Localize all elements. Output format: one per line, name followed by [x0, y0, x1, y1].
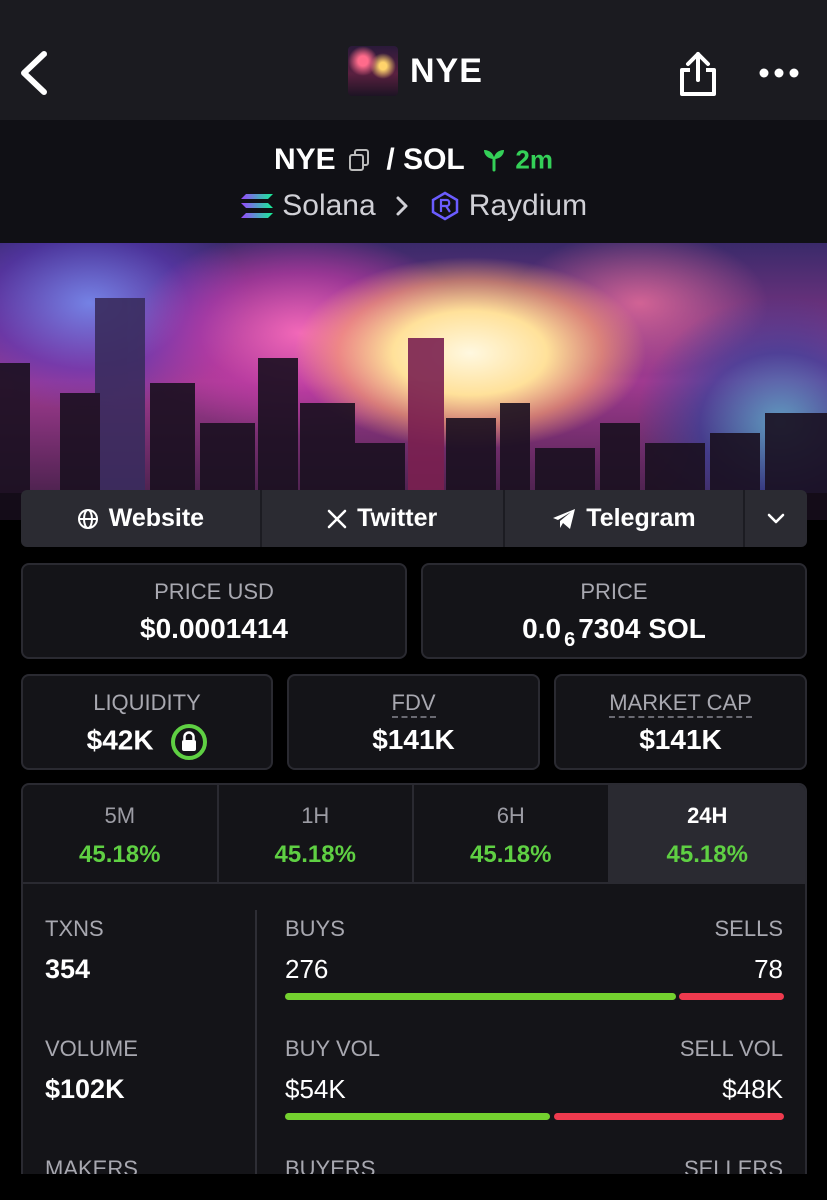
sells-bar [679, 993, 784, 1000]
fdv-card: FDV $141K [287, 674, 540, 770]
pair-age: 2m [515, 144, 553, 175]
price-usd-card: PRICE USD $0.0001414 [21, 563, 407, 659]
website-button[interactable]: Website [21, 490, 262, 547]
telegram-label: Telegram [586, 504, 696, 532]
stats-panel: 5M 45.18% 1H 45.18% 6H 45.18% 24H 45.18%… [21, 783, 807, 1183]
top-bar: NYE [0, 0, 827, 120]
tab-change: 45.18% [666, 841, 748, 868]
sprout-icon [484, 150, 505, 172]
tab-label: 24H [687, 803, 728, 828]
pair-line: NYE / SOL 2m [0, 142, 827, 177]
transaction-stats: TXNS 354 BUYS SELLS 276 78 VOLUME $102K … [23, 884, 805, 1181]
fdv-label[interactable]: FDV [391, 690, 436, 718]
liquidity-card: LIQUIDITY $42K [21, 674, 273, 770]
pair-separator: / [386, 143, 395, 177]
sells-label: SELLS [714, 916, 784, 941]
buy-vol-value: $54K [285, 1074, 346, 1104]
tab-6h[interactable]: 6H 45.18% [414, 785, 610, 882]
txns-value: 354 [45, 954, 91, 984]
tab-label: 1H [301, 803, 330, 828]
more-links-button[interactable] [745, 490, 807, 547]
dex-name[interactable]: Raydium [469, 189, 587, 222]
back-button[interactable] [14, 48, 54, 98]
price-sol-value: 0.0 6 7304 SOL [423, 613, 805, 652]
liquidity-label: LIQUIDITY [93, 690, 201, 715]
share-button[interactable] [676, 50, 720, 98]
price-sol-prefix: 0.0 [522, 613, 562, 644]
share-icon [680, 52, 716, 96]
fdv-label-row: FDV [289, 690, 538, 718]
more-options-button[interactable] [756, 58, 802, 88]
liquidity-value: $42K [86, 724, 154, 756]
market-cap-card: MARKET CAP $141K [554, 674, 807, 770]
twitter-button[interactable]: Twitter [262, 490, 505, 547]
fdv-value: $141K [372, 724, 455, 755]
buys-value: 276 [285, 954, 329, 984]
buy-vol-label: BUY VOL [285, 1036, 380, 1061]
stats-divider [255, 910, 257, 1181]
price-sol-subscript: 6 [564, 629, 576, 651]
solana-icon [240, 194, 273, 219]
bottom-edge [0, 1174, 827, 1200]
sell-vol-label: SELL VOL [679, 1036, 783, 1061]
liquidity-value-row: $42K [23, 724, 271, 760]
token-avatar [348, 46, 398, 96]
buys-bar [285, 993, 676, 1000]
lock-icon[interactable] [171, 724, 208, 760]
telegram-button[interactable]: Telegram [505, 490, 746, 547]
timeframe-tabs: 5M 45.18% 1H 45.18% 6H 45.18% 24H 45.18% [23, 785, 805, 884]
twitter-label: Twitter [357, 504, 438, 532]
chain-line: Solana Raydium [0, 188, 827, 223]
social-links-bar: Website Twitter Telegram [21, 490, 807, 547]
txns-label: TXNS [45, 916, 104, 941]
back-arrow-icon [21, 51, 47, 95]
more-dots-icon [759, 68, 799, 78]
market-cap-value: $141K [639, 724, 722, 755]
x-logo-icon [327, 509, 347, 528]
pair-quote: SOL [403, 143, 465, 177]
pair-base: NYE [274, 143, 336, 177]
price-sol-rest: 7304 SOL [578, 613, 706, 644]
sells-value: 78 [754, 954, 783, 984]
chain-name[interactable]: Solana [282, 189, 375, 222]
token-banner-image [0, 243, 827, 520]
pair-info: NYE / SOL 2m Solana Raydium [0, 120, 827, 243]
tab-label: 6H [496, 803, 525, 828]
sell-vol-value: $48K [722, 1074, 783, 1104]
volume-label: VOLUME [45, 1036, 138, 1061]
tab-change: 45.18% [274, 841, 356, 868]
price-sol-card: PRICE 0.0 6 7304 SOL [421, 563, 807, 659]
tab-change: 45.18% [470, 841, 552, 868]
raydium-icon [432, 191, 459, 221]
market-cap-label-row: MARKET CAP [556, 690, 805, 718]
chevron-down-icon [767, 513, 785, 523]
globe-icon [77, 508, 98, 529]
tab-24h[interactable]: 24H 45.18% [609, 785, 805, 882]
telegram-icon [553, 508, 576, 529]
price-sol-label: PRICE [580, 579, 648, 604]
copy-icon[interactable] [348, 148, 370, 172]
market-cap-label[interactable]: MARKET CAP [609, 690, 752, 718]
tab-change: 45.18% [79, 841, 161, 868]
tab-1h[interactable]: 1H 45.18% [219, 785, 414, 882]
token-title: NYE [410, 51, 483, 90]
buy-vol-bar [285, 1113, 550, 1120]
volume-value: $102K [45, 1074, 125, 1104]
token-title-group: NYE [348, 45, 483, 97]
tab-label: 5M [104, 803, 136, 828]
price-usd-label: PRICE USD [154, 579, 274, 604]
price-usd-value: $0.0001414 [140, 613, 288, 644]
tab-5m[interactable]: 5M 45.18% [23, 785, 219, 882]
website-label: Website [108, 504, 205, 532]
chevron-right-icon [396, 196, 408, 216]
sell-vol-bar [554, 1113, 784, 1120]
buys-label: BUYS [285, 916, 345, 941]
